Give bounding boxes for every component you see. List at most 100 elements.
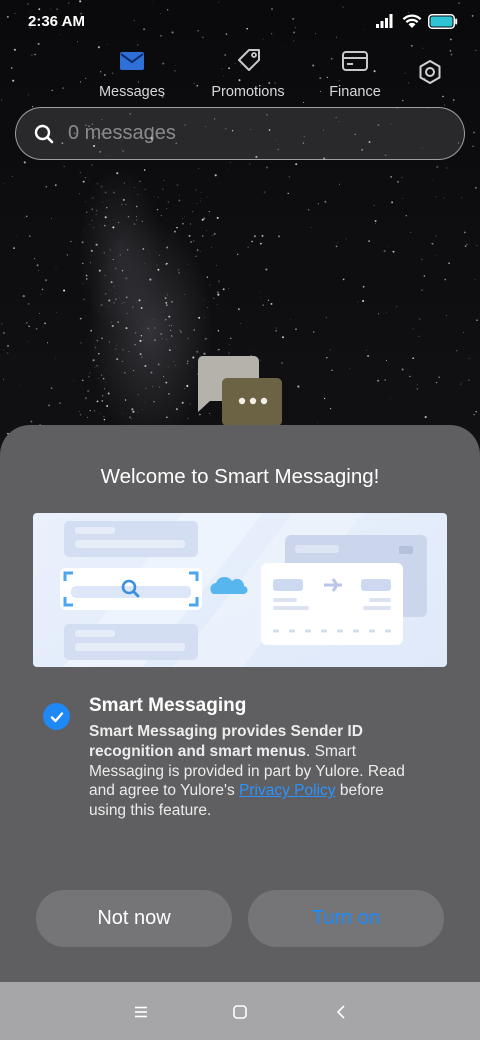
tag-icon	[238, 49, 260, 71]
star	[113, 285, 115, 288]
star	[295, 328, 297, 330]
home-button[interactable]	[230, 1002, 250, 1022]
star	[37, 42, 40, 45]
star	[141, 356, 143, 358]
star	[189, 223, 191, 225]
sheet-title: Welcome to Smart Messaging!	[100, 465, 380, 488]
turn-on-button[interactable]: Turn on	[248, 890, 444, 947]
star	[136, 219, 138, 221]
star	[384, 379, 386, 381]
star	[111, 324, 114, 328]
star	[108, 341, 110, 343]
star	[189, 402, 192, 405]
search-bar[interactable]	[15, 107, 465, 160]
star	[27, 341, 29, 342]
category-tabs: Messages Promotions Finance	[0, 46, 480, 104]
star	[166, 246, 169, 249]
star	[139, 339, 142, 342]
star	[191, 365, 193, 367]
not-now-button[interactable]: Not now	[36, 890, 232, 947]
star	[125, 277, 128, 280]
star	[106, 44, 108, 45]
star	[96, 339, 99, 342]
star	[162, 188, 164, 191]
star	[373, 204, 375, 206]
star	[192, 211, 194, 213]
star	[3, 378, 4, 380]
star	[405, 214, 408, 217]
star	[134, 343, 136, 346]
star	[394, 256, 395, 258]
tab-label: Promotions	[211, 84, 285, 100]
star	[295, 163, 298, 166]
star	[70, 240, 72, 243]
star	[85, 278, 88, 280]
star	[153, 401, 155, 403]
star	[157, 268, 160, 271]
star	[367, 354, 370, 357]
menu-button[interactable]	[131, 1002, 151, 1022]
tab-messages[interactable]: Messages	[77, 46, 187, 100]
star	[121, 360, 123, 362]
star	[122, 198, 125, 201]
star	[104, 216, 107, 219]
star	[14, 356, 15, 357]
star	[132, 410, 135, 413]
star	[101, 374, 103, 376]
star	[81, 379, 84, 382]
star	[461, 197, 462, 199]
star	[313, 331, 315, 333]
settings-button[interactable]	[416, 58, 444, 86]
star	[41, 288, 44, 291]
star	[461, 381, 463, 383]
star	[165, 302, 168, 304]
tab-promotions[interactable]: Promotions	[193, 46, 303, 100]
star	[378, 313, 380, 315]
star	[390, 398, 392, 400]
star	[144, 189, 146, 190]
star	[168, 393, 170, 395]
star	[122, 349, 124, 351]
star	[229, 162, 231, 163]
smart-messaging-checkbox[interactable]	[43, 703, 70, 730]
chat-bubbles-icon	[197, 356, 282, 426]
star	[44, 322, 47, 325]
star	[104, 382, 106, 384]
privacy-policy-link[interactable]: Privacy Policy	[239, 782, 335, 799]
star	[476, 319, 478, 322]
star	[253, 350, 255, 352]
star	[187, 337, 190, 340]
star	[23, 161, 26, 164]
tab-finance[interactable]: Finance	[300, 46, 410, 100]
star	[43, 326, 45, 328]
star	[278, 235, 280, 238]
star	[150, 371, 153, 374]
search-input[interactable]	[68, 122, 428, 145]
star	[137, 393, 140, 396]
star	[325, 356, 328, 359]
star	[54, 184, 57, 186]
star	[401, 368, 404, 371]
star	[282, 336, 284, 339]
star	[265, 166, 268, 169]
back-button[interactable]	[331, 1002, 351, 1022]
star	[446, 167, 448, 169]
star	[113, 302, 115, 304]
star	[198, 316, 201, 319]
star	[95, 214, 97, 216]
star	[297, 385, 300, 388]
star	[474, 278, 476, 281]
star	[112, 258, 114, 261]
star	[115, 345, 117, 347]
star	[133, 223, 136, 225]
star	[251, 240, 253, 243]
star	[390, 176, 392, 178]
star	[108, 299, 111, 302]
star	[98, 269, 101, 272]
star	[102, 378, 105, 380]
star	[82, 230, 84, 232]
menu-icon	[135, 1006, 147, 1018]
star	[96, 182, 99, 185]
star	[176, 298, 178, 300]
star	[317, 422, 318, 423]
